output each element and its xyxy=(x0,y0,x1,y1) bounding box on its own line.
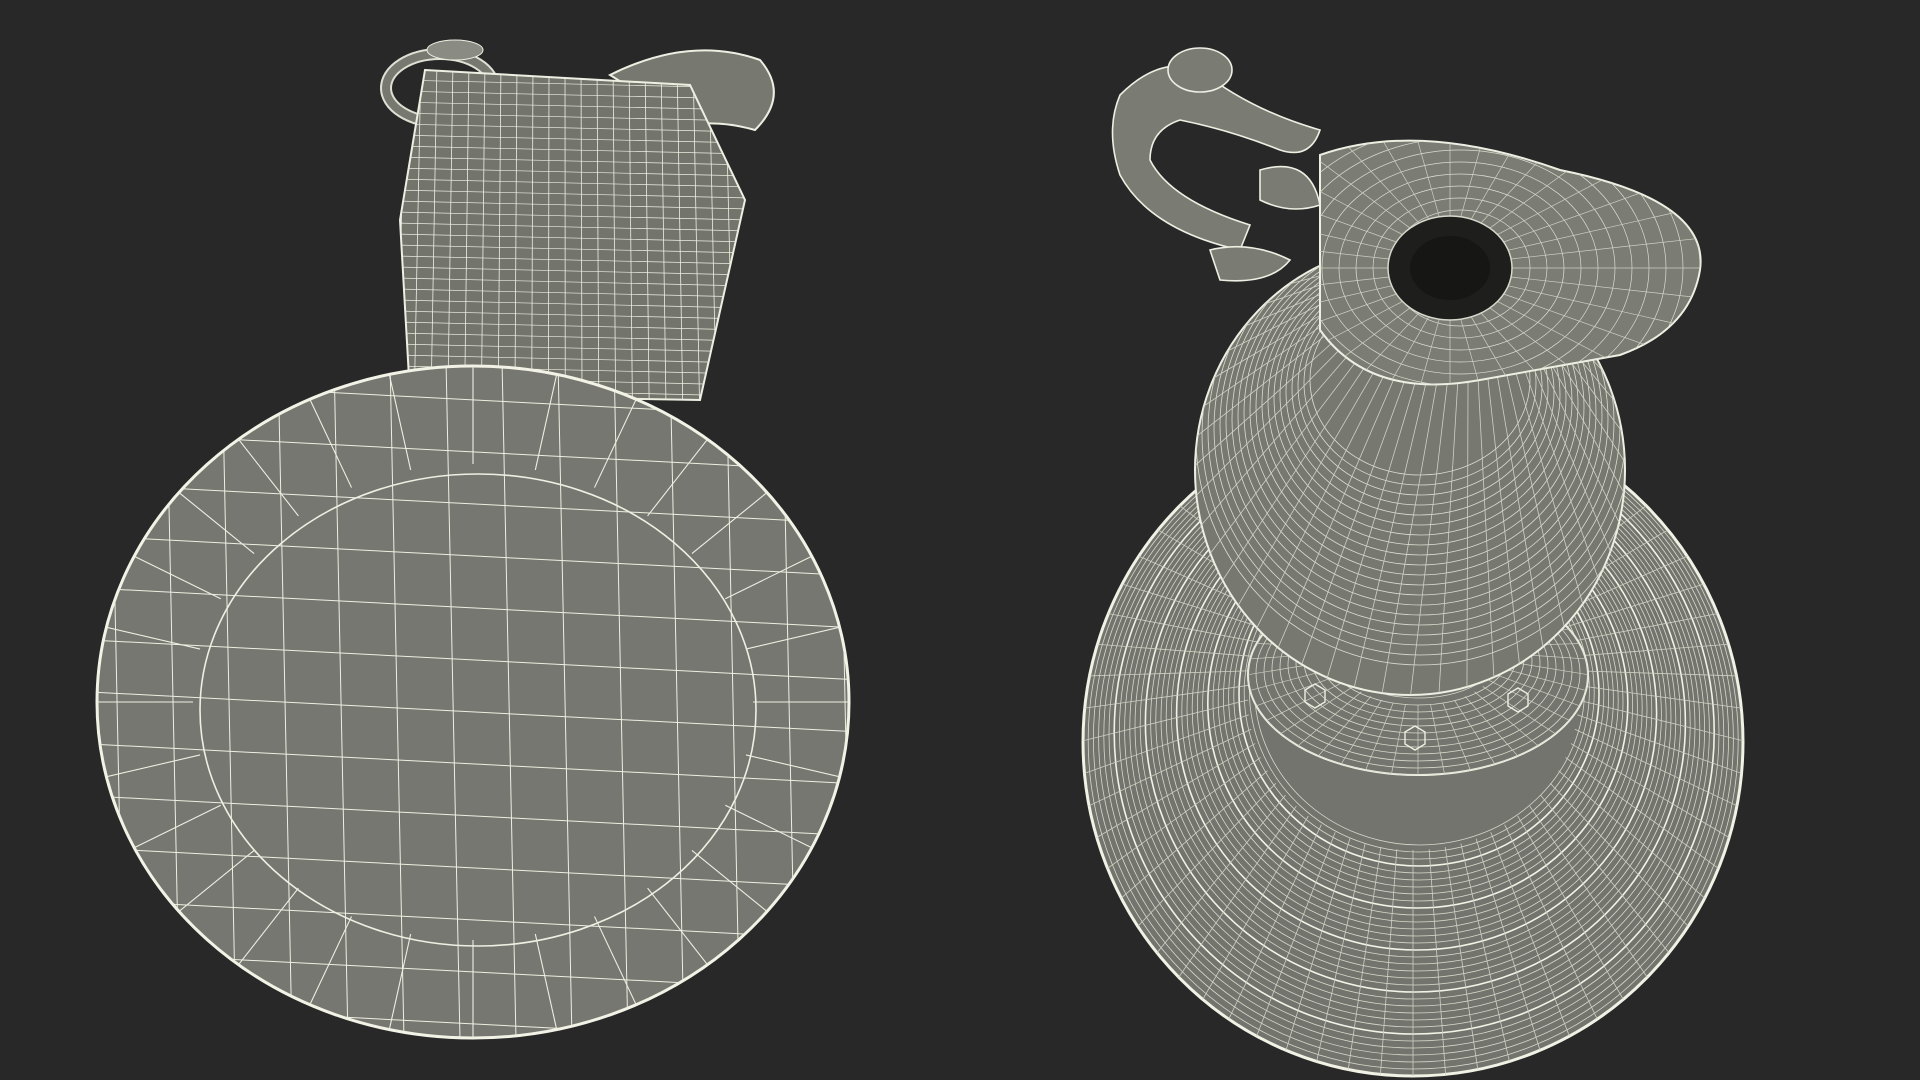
jug-base-disc-left xyxy=(95,364,851,1040)
jug-bottom-view xyxy=(95,39,851,1040)
jug-neck-left xyxy=(398,68,747,402)
render-viewport xyxy=(0,0,1920,1080)
wireframe-scene xyxy=(95,39,1745,1078)
ornate-handle-right xyxy=(1111,47,1322,282)
jug-top-view xyxy=(1081,47,1745,1078)
mesh-edge xyxy=(548,70,550,400)
